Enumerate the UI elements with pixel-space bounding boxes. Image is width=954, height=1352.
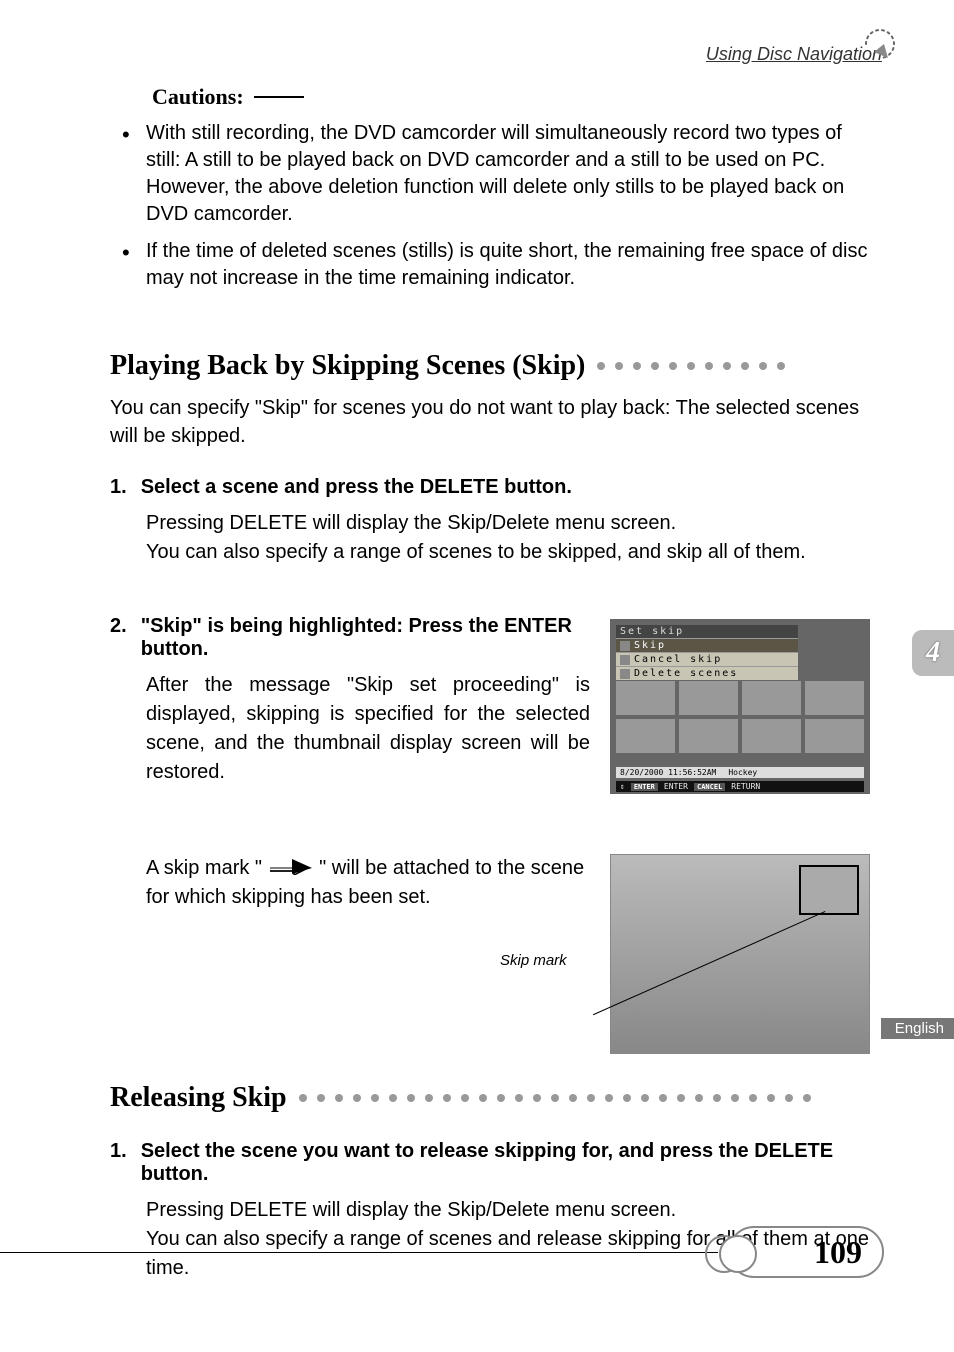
camcorder-screenshot: Set skip Skip Cancel skip Delete scenes … (610, 619, 870, 794)
step-body-line: You can also specify a range of scenes t… (146, 538, 870, 567)
page-number: 109 (814, 1234, 862, 1271)
skip-mark-note: A skip mark " " will be attached to the … (110, 854, 870, 1054)
step-body-line: Pressing DELETE will display the Skip/De… (146, 1196, 870, 1225)
step-title: Select a scene and press the DELETE butt… (141, 476, 572, 499)
heading-dots (299, 1094, 811, 1102)
menu-title: Set skip (616, 625, 798, 638)
thumbnail-grid (616, 681, 864, 753)
step-number: 1. (110, 1140, 127, 1186)
cancel-button-label: CANCEL (694, 783, 725, 791)
callout-line (593, 911, 825, 1015)
header-section-label: Using Disc Navigation (706, 44, 882, 65)
disc-nav-icon (858, 22, 902, 66)
language-tab: English (881, 1018, 954, 1039)
scene-thumbnail (679, 681, 738, 715)
updown-icon: ⇕ (620, 782, 625, 791)
skip-mark-inset (799, 865, 859, 915)
scene-photo (610, 854, 870, 1054)
cautions-heading-text: Cautions: (152, 84, 244, 110)
step-title: "Skip" is being highlighted: Press the E… (141, 615, 590, 661)
section-intro: You can specify "Skip" for scenes you do… (110, 394, 870, 450)
section-heading-skip: Playing Back by Skipping Scenes (Skip) (110, 350, 870, 382)
scene-thumbnail (742, 719, 801, 753)
section-heading-release: Releasing Skip (110, 1082, 870, 1114)
step-1: 1. Select a scene and press the DELETE b… (110, 476, 870, 567)
heading-dots (597, 362, 785, 370)
chapter-number: 4 (926, 637, 940, 669)
step-number: 2. (110, 615, 127, 661)
status-scene-name: Hockey (728, 768, 757, 777)
scene-thumbnail (742, 681, 801, 715)
cautions-heading: Cautions: (152, 84, 870, 110)
section-heading-text: Releasing Skip (110, 1082, 287, 1114)
scene-thumbnail (616, 681, 675, 715)
skip-mark-label: Skip mark (500, 952, 567, 969)
step-title: Select the scene you want to release ski… (141, 1140, 870, 1186)
page-footer: 109 (0, 1226, 884, 1278)
scene-thumbnail (679, 719, 738, 753)
step-body-line: After the message "Skip set proceeding" … (146, 671, 590, 787)
chapter-tab: 4 (912, 630, 954, 676)
scene-thumbnail (805, 719, 864, 753)
scene-thumbnail (616, 719, 675, 753)
scissors-icon (620, 641, 630, 651)
section-heading-text: Playing Back by Skipping Scenes (Skip) (110, 350, 585, 382)
skip-mark-icon (268, 855, 314, 883)
disc-circles-icon (704, 1232, 760, 1281)
enter-action: ENTER (664, 782, 688, 791)
step-body-line: Pressing DELETE will display the Skip/De… (146, 509, 870, 538)
trash-icon (620, 669, 630, 679)
menu-item-delete: Delete scenes (616, 666, 798, 680)
enter-button-label: ENTER (631, 783, 658, 791)
menu-item-skip: Skip (616, 638, 798, 652)
step-number: 1. (110, 476, 127, 499)
status-timestamp: 8/20/2000 11:56:52AM (620, 768, 716, 777)
status-bar: 8/20/2000 11:56:52AM Hockey (616, 767, 864, 778)
menu-item-cancel-skip: Cancel skip (616, 652, 798, 666)
step-2: 2. "Skip" is being highlighted: Press th… (110, 615, 870, 794)
cautions-list: With still recording, the DVD camcorder … (110, 120, 870, 292)
menu-panel: Set skip Skip Cancel skip Delete scenes (616, 625, 798, 680)
cancel-action: RETURN (731, 782, 760, 791)
scene-thumbnail (805, 681, 864, 715)
cancel-icon (620, 655, 630, 665)
command-bar: ⇕ ENTER ENTER CANCEL RETURN (616, 781, 864, 792)
heading-rule (254, 96, 304, 98)
footer-rule (0, 1252, 718, 1253)
skipmark-text-pre: A skip mark " (146, 857, 262, 879)
page-number-badge: 109 (728, 1226, 884, 1278)
caution-item: If the time of deleted scenes (stills) i… (110, 238, 870, 292)
caution-item: With still recording, the DVD camcorder … (110, 120, 870, 228)
